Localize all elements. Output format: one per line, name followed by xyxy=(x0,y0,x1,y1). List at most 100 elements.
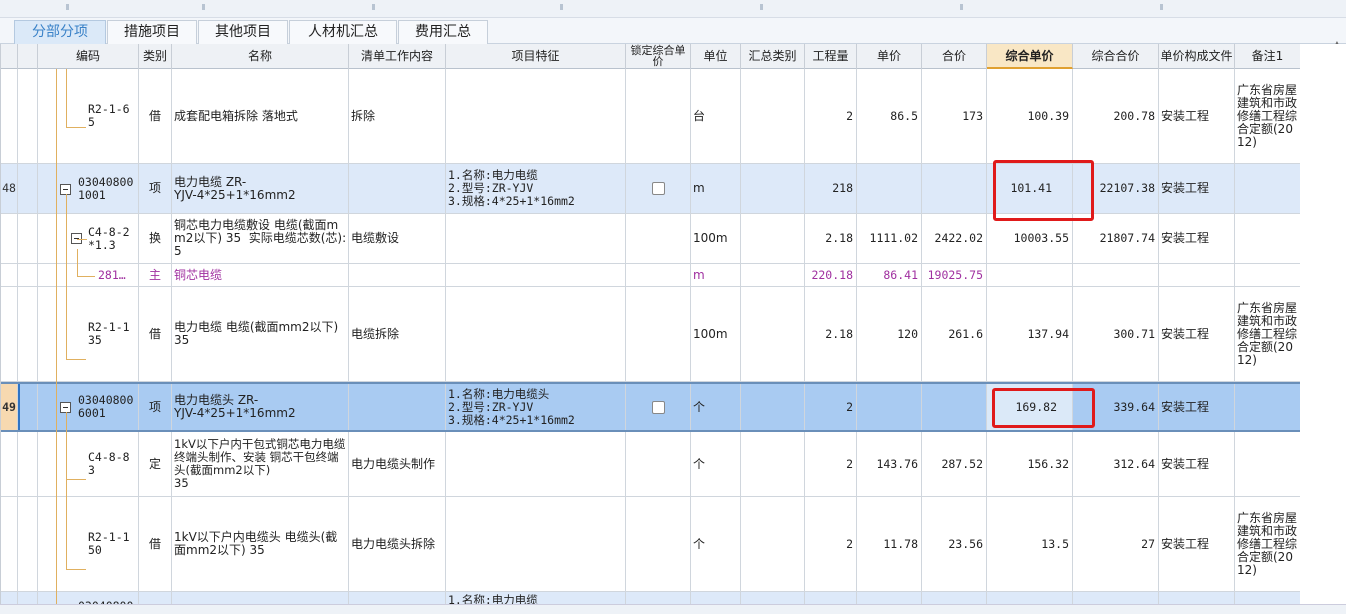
feature-cell[interactable]: 1.名称:电力电缆头 2.型号:ZR-YJV 3.规格:4*25+1*16mm2 xyxy=(446,384,626,430)
unit-price-cell[interactable]: 156.32 xyxy=(987,432,1073,496)
work-content-cell[interactable] xyxy=(349,164,446,213)
quantity-cell[interactable]: 2.18 xyxy=(805,287,857,381)
total-cell[interactable]: 173 xyxy=(922,69,987,163)
type-cell[interactable]: 借 xyxy=(139,287,172,381)
header-total[interactable]: 合价 xyxy=(922,44,987,69)
quantity-cell[interactable]: 2.18 xyxy=(805,214,857,263)
feature-cell[interactable] xyxy=(446,497,626,591)
table-row[interactable]: C4-8-2 *1.3 换 铜芯电力电缆敷设 电缆(截面mm2以下) 35 实际… xyxy=(1,214,1301,264)
name-cell[interactable]: 成套配电箱拆除 落地式 xyxy=(172,69,349,163)
work-content-cell[interactable]: 拆除 xyxy=(349,69,446,163)
code-cell[interactable]: 03040800 6001 xyxy=(38,384,139,430)
price-cell[interactable]: 1111.02 xyxy=(857,214,922,263)
horizontal-scrollbar[interactable] xyxy=(0,604,1346,614)
feature-cell[interactable] xyxy=(446,432,626,496)
unit-cell[interactable]: m xyxy=(691,264,741,286)
table-row[interactable]: 281… 主 铜芯电缆 m 220.18 86.41 19025.75 xyxy=(1,264,1301,287)
feature-cell[interactable] xyxy=(446,214,626,263)
work-content-cell[interactable]: 电缆拆除 xyxy=(349,287,446,381)
tab-feiyong[interactable]: 费用汇总 xyxy=(398,20,488,44)
code-cell[interactable]: R2-1-1 50 xyxy=(38,497,139,591)
unit-cell[interactable]: 100m xyxy=(691,214,741,263)
work-content-cell[interactable]: 电力电缆头拆除 xyxy=(349,497,446,591)
name-cell[interactable]: 1kV以下户内干包式铜芯电力电缆终端头制作、安装 铜芯干包终端头(截面mm2以下… xyxy=(172,432,349,496)
unit-price-cell[interactable]: 137.94 xyxy=(987,287,1073,381)
summary-type-cell[interactable] xyxy=(741,384,805,430)
note-cell[interactable]: 广东省房屋建筑和市政修缮工程综合定额(2012) xyxy=(1235,69,1301,163)
name-cell[interactable]: 电力电缆 ZR- YJV-4*25+1*16mm2 xyxy=(172,164,349,213)
sum-cell[interactable]: 200.78 xyxy=(1073,69,1159,163)
tab-qita[interactable]: 其他项目 xyxy=(198,20,288,44)
summary-type-cell[interactable] xyxy=(741,432,805,496)
total-cell[interactable]: 261.6 xyxy=(922,287,987,381)
header-type[interactable]: 类别 xyxy=(139,44,172,69)
tab-rencaiji[interactable]: 人材机汇总 xyxy=(289,20,397,44)
header-price[interactable]: 单价 xyxy=(857,44,922,69)
quantity-cell[interactable]: 2 xyxy=(805,497,857,591)
total-cell[interactable]: 287.52 xyxy=(922,432,987,496)
price-file-cell[interactable]: 安装工程 xyxy=(1159,287,1235,381)
total-cell[interactable]: 2422.02 xyxy=(922,214,987,263)
header-unit[interactable]: 单位 xyxy=(691,44,741,69)
sum-cell[interactable]: 312.64 xyxy=(1073,432,1159,496)
quantity-cell[interactable]: 220.18 xyxy=(805,264,857,286)
price-file-cell[interactable]: 安装工程 xyxy=(1159,384,1235,430)
unit-price-cell[interactable]: 10003.55 xyxy=(987,214,1073,263)
total-cell[interactable]: 23.56 xyxy=(922,497,987,591)
work-content-cell[interactable]: 电缆敷设 xyxy=(349,214,446,263)
price-file-cell[interactable]: 安装工程 xyxy=(1159,69,1235,163)
price-cell[interactable]: 11.78 xyxy=(857,497,922,591)
header-note[interactable]: 备注1 xyxy=(1235,44,1301,69)
price-file-cell[interactable]: 安装工程 xyxy=(1159,214,1235,263)
summary-type-cell[interactable] xyxy=(741,214,805,263)
note-cell[interactable] xyxy=(1235,384,1301,430)
unit-cell[interactable]: 个 xyxy=(691,384,741,430)
unit-cell[interactable]: 100m xyxy=(691,287,741,381)
header-unit-price[interactable]: 综合单价 xyxy=(987,44,1073,69)
price-cell[interactable]: 143.76 xyxy=(857,432,922,496)
name-cell[interactable]: 1kV以下户内电缆头 电缆头(截面mm2以下) 35 xyxy=(172,497,349,591)
sum-cell[interactable]: 21807.74 xyxy=(1073,214,1159,263)
header-work-content[interactable]: 清单工作内容 xyxy=(349,44,446,69)
feature-cell[interactable] xyxy=(446,287,626,381)
lock-price-checkbox[interactable] xyxy=(651,400,665,414)
name-cell[interactable]: 电力电缆头 ZR- YJV-4*25+1*16mm2 xyxy=(172,384,349,430)
type-cell[interactable]: 项 xyxy=(139,384,172,430)
quantity-cell[interactable]: 2 xyxy=(805,69,857,163)
quantity-cell[interactable]: 218 xyxy=(805,164,857,213)
price-cell[interactable]: 86.41 xyxy=(857,264,922,286)
table-row[interactable]: 48 03040800 1001 项 电力电缆 ZR- YJV-4*25+1*1… xyxy=(1,164,1301,214)
price-cell[interactable] xyxy=(857,384,922,430)
header-lock-price[interactable]: 锁定综合单价 xyxy=(626,44,691,69)
table-row[interactable]: R2-1-1 35 借 电力电缆 电缆(截面mm2以下) 35 电缆拆除 100… xyxy=(1,287,1301,382)
note-cell[interactable] xyxy=(1235,264,1301,286)
header-sum[interactable]: 综合合价 xyxy=(1073,44,1159,69)
code-cell[interactable]: R2-1-1 35 xyxy=(38,287,139,381)
unit-cell[interactable]: 个 xyxy=(691,497,741,591)
total-cell[interactable] xyxy=(922,164,987,213)
unit-cell[interactable]: 台 xyxy=(691,69,741,163)
work-content-cell[interactable]: 电力电缆头制作 xyxy=(349,432,446,496)
work-content-cell[interactable] xyxy=(349,264,446,286)
note-cell[interactable] xyxy=(1235,214,1301,263)
table-row[interactable]: C4-8-8 3 定 1kV以下户内干包式铜芯电力电缆终端头制作、安装 铜芯干包… xyxy=(1,432,1301,497)
code-cell[interactable]: 03040800 1001 xyxy=(38,164,139,213)
sum-cell[interactable]: 300.71 xyxy=(1073,287,1159,381)
table-row[interactable]: R2-1-6 5 借 成套配电箱拆除 落地式 拆除 台 2 86.5 173 1… xyxy=(1,69,1301,164)
type-cell[interactable]: 借 xyxy=(139,497,172,591)
type-cell[interactable]: 借 xyxy=(139,69,172,163)
note-cell[interactable] xyxy=(1235,164,1301,213)
price-cell[interactable] xyxy=(857,164,922,213)
total-cell[interactable]: 19025.75 xyxy=(922,264,987,286)
name-cell[interactable]: 铜芯电力电缆敷设 电缆(截面mm2以下) 35 实际电缆芯数(芯):5 xyxy=(172,214,349,263)
table-row[interactable]: R2-1-1 50 借 1kV以下户内电缆头 电缆头(截面mm2以下) 35 电… xyxy=(1,497,1301,592)
name-cell[interactable]: 铜芯电缆 xyxy=(172,264,349,286)
header-code[interactable]: 编码 xyxy=(38,44,139,69)
price-file-cell[interactable] xyxy=(1159,264,1235,286)
unit-price-cell[interactable]: 100.39 xyxy=(987,69,1073,163)
summary-type-cell[interactable] xyxy=(741,497,805,591)
price-file-cell[interactable]: 安装工程 xyxy=(1159,497,1235,591)
header-summary-type[interactable]: 汇总类别 xyxy=(741,44,805,69)
tab-fenbu[interactable]: 分部分项 xyxy=(14,20,106,44)
header-quantity[interactable]: 工程量 xyxy=(805,44,857,69)
